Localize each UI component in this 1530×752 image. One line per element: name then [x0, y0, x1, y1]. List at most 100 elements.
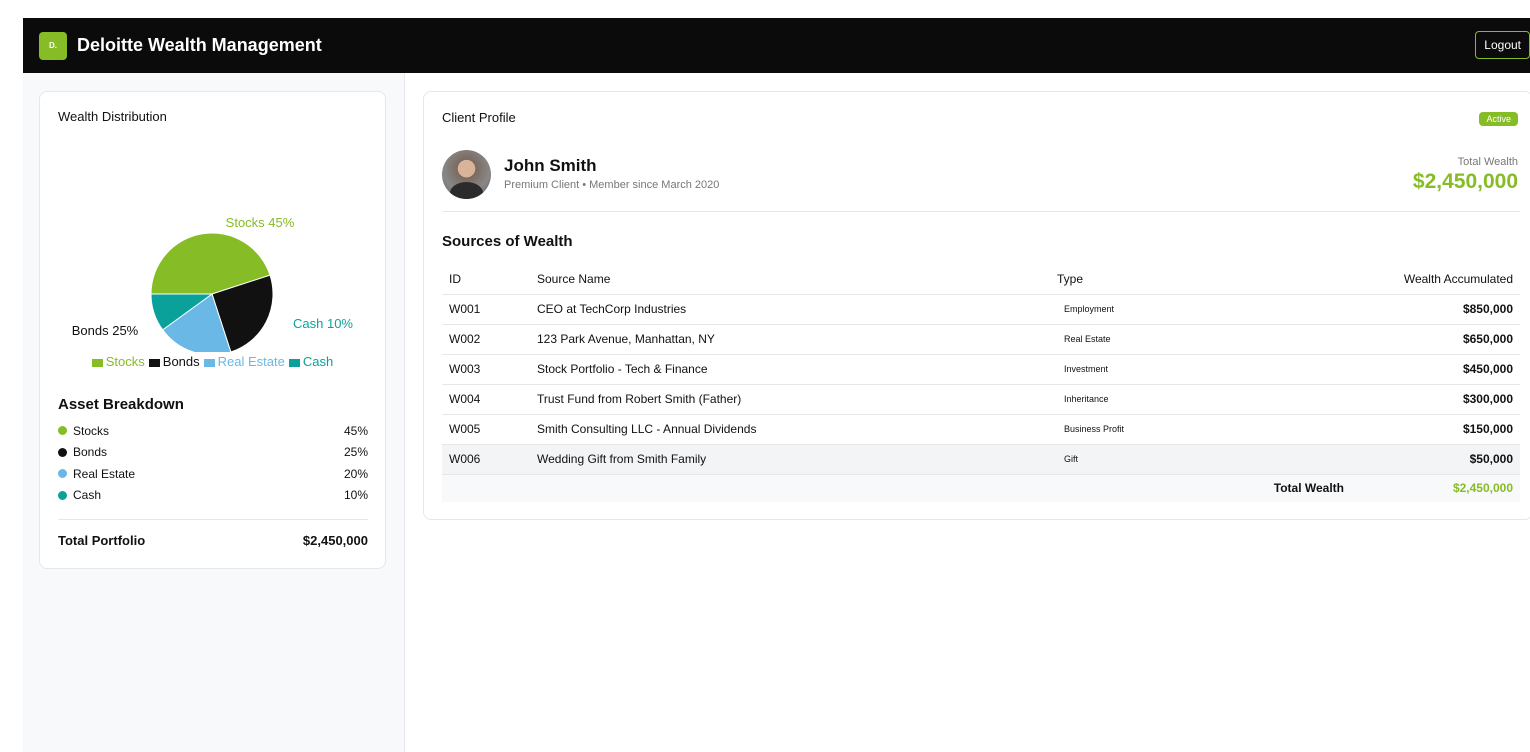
- legend-item-bonds[interactable]: Bonds: [148, 354, 200, 369]
- table-row[interactable]: W003 Stock Portfolio - Tech & Finance Inve…: [442, 354, 1520, 385]
- client-name: John Smith: [504, 156, 597, 175]
- avatar: [442, 150, 491, 199]
- cell-type: Investment: [1050, 354, 1350, 385]
- table-body: W001 CEO at TechCorp Industries Employment…: [442, 294, 1520, 502]
- asset-pct: 45%: [343, 423, 368, 438]
- slice-label-stocks: Stocks 45%: [226, 215, 295, 230]
- cell-empty: [442, 474, 530, 502]
- table-header-row: ID Source Name Type Wealth Accumulated: [442, 264, 1520, 295]
- chart-legend: Stocks Bonds Real Estate Cash: [40, 354, 385, 369]
- total-wealth-value: $2,450,000: [1412, 170, 1518, 193]
- cell-amount: $50,000: [1350, 444, 1520, 475]
- avatar-body: [450, 182, 483, 199]
- asset-label: Real Estate: [73, 466, 136, 481]
- header-type: Type: [1050, 264, 1350, 295]
- asset-row: Bonds 25%: [58, 442, 368, 464]
- cash-dot-icon: [58, 490, 67, 500]
- sidebar: Wealth Distribution Stocks 45% Bonds 25% R…: [23, 73, 405, 752]
- asset-breakdown-title: Asset Breakdown: [58, 396, 184, 413]
- asset-row: Real Estate 20%: [58, 463, 368, 485]
- cell-id: W001: [442, 294, 530, 325]
- cell-name: Trust Fund from Robert Smith (Father): [530, 384, 1050, 415]
- asset-pct: 20%: [343, 466, 368, 481]
- legend-item-cash[interactable]: Cash: [288, 354, 334, 369]
- legend-label: Real Estate: [217, 354, 285, 369]
- navbar: D. Deloitte Wealth Management Logout: [23, 18, 1530, 73]
- cell-id: W002: [442, 324, 530, 355]
- legend-swatch-icon: [288, 358, 300, 367]
- asset-pct: 10%: [343, 488, 368, 503]
- client-profile-title: Client Profile: [442, 110, 516, 125]
- cell-type: Gift: [1050, 444, 1350, 475]
- table-row[interactable]: W004 Trust Fund from Robert Smith (Father…: [442, 384, 1520, 415]
- total-wealth-label: Total Wealth: [1457, 156, 1518, 168]
- cell-name: Smith Consulting LLC - Annual Dividends: [530, 414, 1050, 445]
- cell-type: Real Estate: [1050, 324, 1350, 355]
- cell-id: W003: [442, 354, 530, 385]
- asset-row: Cash 10%: [58, 485, 368, 507]
- total-wealth-row-label: Total Wealth: [1050, 474, 1350, 502]
- pie-chart: Stocks 45%Bonds 25%Real Estate 20%Cash 1…: [72, 215, 353, 352]
- asset-row: Stocks 45%: [58, 420, 368, 442]
- legend-label: Cash: [302, 354, 334, 369]
- legend-swatch-icon: [91, 358, 103, 367]
- header-name: Source Name: [530, 264, 1050, 295]
- cell-amount: $150,000: [1350, 414, 1520, 445]
- real-estate-dot-icon: [58, 469, 67, 479]
- asset-label: Bonds: [73, 445, 108, 460]
- brand-title: Deloitte Wealth Management: [77, 35, 322, 55]
- cell-amount: $450,000: [1350, 354, 1520, 385]
- divider: [58, 519, 368, 520]
- cell-name: 123 Park Avenue, Manhattan, NY: [530, 324, 1050, 355]
- client-profile-card: Client Profile Active John Smith Premium…: [423, 91, 1530, 520]
- cell-name: CEO at TechCorp Industries: [530, 294, 1050, 325]
- wealth-distribution-title: Wealth Distribution: [58, 109, 167, 124]
- cell-amount: $850,000: [1350, 294, 1520, 325]
- status-badge: Active: [1479, 112, 1518, 126]
- slice-label-bonds: Bonds 25%: [72, 323, 139, 338]
- total-portfolio-row: Total Portfolio $2,450,000: [58, 533, 368, 548]
- header-id: ID: [442, 264, 530, 295]
- total-row: Total Wealth $2,450,000: [442, 474, 1520, 502]
- bonds-dot-icon: [58, 447, 67, 457]
- legend-item-stocks[interactable]: Stocks: [91, 354, 145, 369]
- asset-pct: 25%: [343, 445, 368, 460]
- cell-name: Stock Portfolio - Tech & Finance: [530, 354, 1050, 385]
- cell-id: W004: [442, 384, 530, 415]
- wealth-distribution-card: Wealth Distribution Stocks 45% Bonds 25% R…: [39, 91, 386, 569]
- client-subtitle: Premium Client • Member since March 2020: [504, 179, 720, 191]
- legend-label: Bonds: [162, 354, 200, 369]
- table-row[interactable]: W001 CEO at TechCorp Industries Employment…: [442, 294, 1520, 325]
- divider: [442, 211, 1520, 212]
- legend-swatch-icon: [203, 358, 215, 367]
- header-amount: Wealth Accumulated: [1350, 264, 1520, 295]
- sources-title: Sources of Wealth: [442, 233, 573, 250]
- total-portfolio-value: $2,450,000: [302, 533, 368, 548]
- cell-amount: $650,000: [1350, 324, 1520, 355]
- legend-label: Stocks: [105, 354, 145, 369]
- cell-empty: [530, 474, 1050, 502]
- table-row[interactable]: W006 Wedding Gift from Smith Family Gift $5…: [442, 444, 1520, 475]
- total-portfolio-label: Total Portfolio: [58, 533, 146, 548]
- top-strip: [0, 0, 1530, 18]
- cell-type: Inheritance: [1050, 384, 1350, 415]
- logout-button[interactable]: Logout: [1475, 31, 1530, 59]
- stocks-dot-icon: [58, 426, 67, 436]
- table-row[interactable]: W005 Smith Consulting LLC - Annual Divide…: [442, 414, 1520, 445]
- cell-type: Business Profit: [1050, 414, 1350, 445]
- cell-type: Employment: [1050, 294, 1350, 325]
- cell-amount: $300,000: [1350, 384, 1520, 415]
- slice-label-cash: Cash 10%: [293, 316, 353, 331]
- sources-table: ID Source Name Type Wealth Accumulated W…: [442, 264, 1520, 502]
- asset-label: Stocks: [73, 423, 110, 438]
- cell-id: W006: [442, 444, 530, 475]
- asset-breakdown-list: Stocks 45% Bonds 25% Real Estate 20% Cash 10…: [58, 420, 368, 506]
- cell-id: W005: [442, 414, 530, 445]
- asset-label: Cash: [73, 488, 102, 503]
- total-wealth-row-value: $2,450,000: [1350, 474, 1520, 502]
- table-row[interactable]: W002 123 Park Avenue, Manhattan, NY Real E…: [442, 324, 1520, 355]
- legend-swatch-icon: [148, 358, 160, 367]
- brand-logo: D.: [39, 31, 67, 60]
- legend-item-real-estate[interactable]: Real Estate: [203, 354, 285, 369]
- cell-name: Wedding Gift from Smith Family: [530, 444, 1050, 475]
